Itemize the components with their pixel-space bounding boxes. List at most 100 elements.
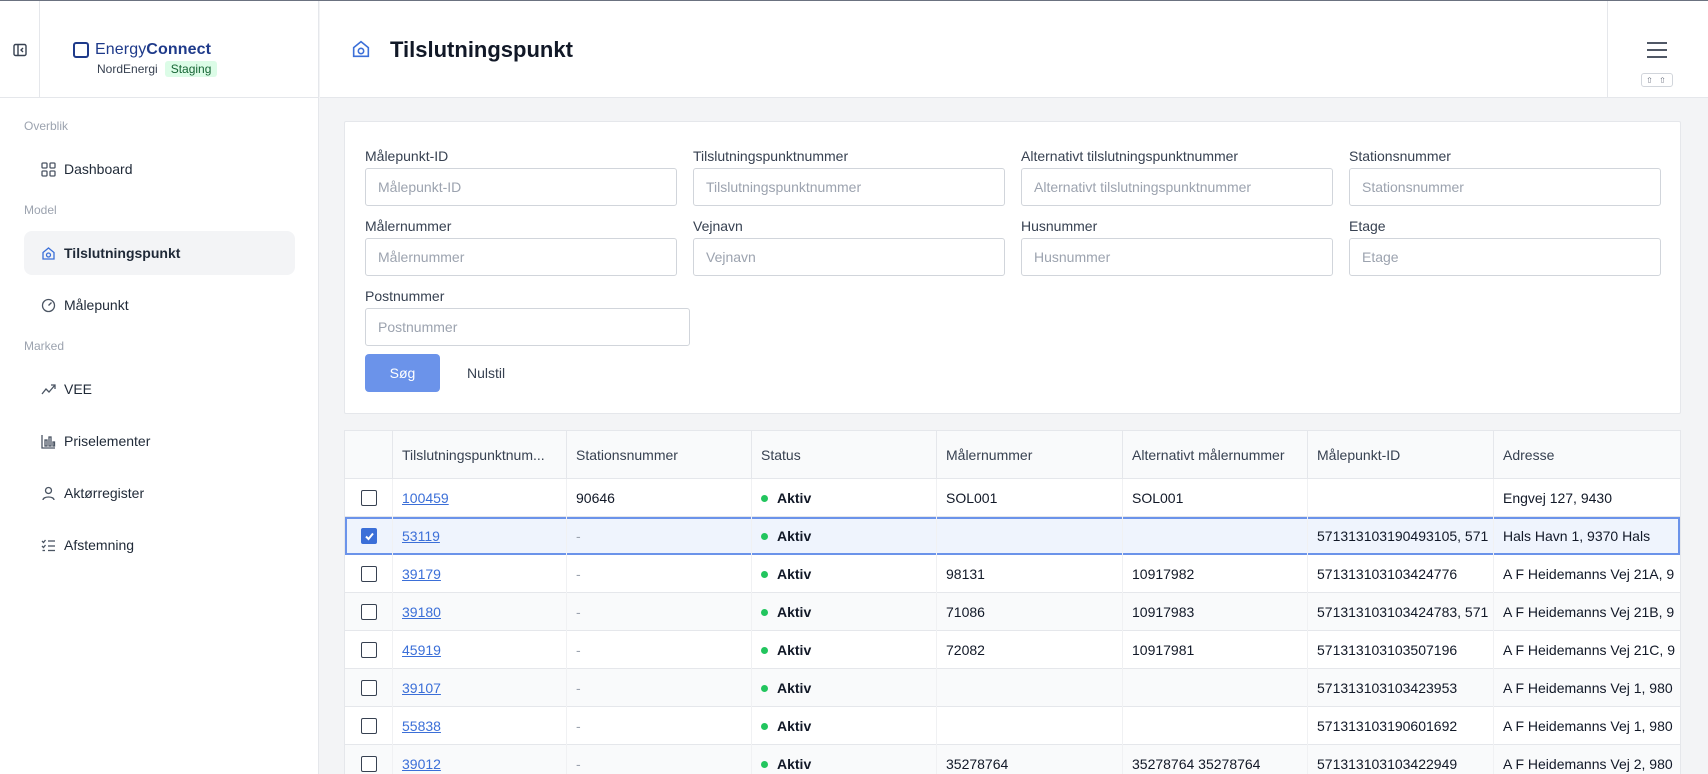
- cell-malernummer: 98131: [937, 555, 1123, 593]
- sidebar-header: EnergyConnect NordEnergi Staging: [0, 1, 318, 98]
- user-icon: [40, 485, 56, 501]
- cell-select: [345, 479, 393, 517]
- cell-adresse: A F Heidemanns Vej 21B, 9: [1494, 593, 1680, 631]
- cell-stationsnummer-text: -: [576, 718, 581, 734]
- cell-stationsnummer: -: [567, 745, 752, 774]
- sidebar-item-afstemning[interactable]: Afstemning: [24, 523, 295, 567]
- row-checkbox[interactable]: [361, 718, 377, 734]
- cell-malernummer: [937, 707, 1123, 745]
- cell-malernummer: [937, 517, 1123, 555]
- sidebar-item-label: Afstemning: [64, 537, 135, 553]
- alt-tilslutningspunktnummer-input[interactable]: [1021, 168, 1333, 206]
- cell-alt-malernummer-text: 10917981: [1132, 642, 1195, 658]
- menu-button[interactable]: [1646, 41, 1668, 62]
- stationsnummer-input[interactable]: [1349, 168, 1661, 206]
- cell-adresse: Engvej 127, 9430: [1494, 479, 1680, 517]
- row-checkbox[interactable]: [361, 680, 377, 696]
- husnummer-input[interactable]: [1021, 238, 1333, 276]
- column-header-malepunkt-id[interactable]: Målepunkt-ID: [1308, 431, 1494, 479]
- cell-adresse-text: Engvej 127, 9430: [1503, 490, 1612, 506]
- status-dot-icon: [761, 722, 768, 730]
- malepunkt-id-input[interactable]: [365, 168, 677, 206]
- tilslutningspunkt-link[interactable]: 39179: [402, 566, 441, 582]
- vejnavn-input[interactable]: [693, 238, 1005, 276]
- checklist-icon: [40, 537, 56, 553]
- sidebar-item-priselementer[interactable]: Priselementer: [24, 419, 295, 463]
- brand[interactable]: EnergyConnect NordEnergi Staging: [73, 41, 218, 77]
- column-header-malernummer[interactable]: Målernummer: [937, 431, 1123, 479]
- cell-adresse-text: A F Heidemanns Vej 1, 980: [1503, 718, 1673, 734]
- cell-alt-malernummer-text: 35278764 35278764: [1132, 756, 1261, 772]
- table-row[interactable]: 39179 - Aktiv 98131 10917982 5713131031034247…: [345, 555, 1680, 593]
- malernummer-input[interactable]: [365, 238, 677, 276]
- sidebar-item-malepunkt[interactable]: Målepunkt: [24, 283, 295, 327]
- keyboard-shortcut-hint: ⇧ ⇧: [1641, 73, 1673, 87]
- column-header-tilslutningspunktnummer[interactable]: Tilslutningspunktnum...: [393, 431, 567, 479]
- cell-adresse: A F Heidemanns Vej 1, 980: [1494, 707, 1680, 745]
- cell-stationsnummer-text: -: [576, 604, 581, 620]
- nav-section-model: Model: [24, 203, 57, 217]
- status-label: Aktiv: [777, 680, 812, 696]
- gauge-icon: [40, 297, 56, 313]
- cell-select: [345, 593, 393, 631]
- cell-malepunkt-id-text: 571313103103424776: [1317, 566, 1458, 582]
- table-row[interactable]: 100459 90646 Aktiv SOL001 SOL001 Engvej 127, …: [345, 479, 1680, 517]
- cell-alt-malernummer-text: SOL001: [1132, 490, 1184, 506]
- status-dot-icon: [761, 608, 768, 616]
- status-label: Aktiv: [777, 642, 812, 658]
- sidebar-item-aktorregister[interactable]: Aktørregister: [24, 471, 295, 515]
- table-row[interactable]: 53119 - Aktiv 571313103190493105, 571 Hals H…: [345, 517, 1680, 555]
- table-row[interactable]: 39107 - Aktiv 571313103103423953 A F Heidema…: [345, 669, 1680, 707]
- tilslutningspunkt-link[interactable]: 39180: [402, 604, 441, 620]
- tilslutningspunkt-link[interactable]: 45919: [402, 642, 441, 658]
- row-checkbox[interactable]: [361, 642, 377, 658]
- tilslutningspunkt-link[interactable]: 55838: [402, 718, 441, 734]
- column-header-adresse[interactable]: Adresse: [1494, 431, 1680, 479]
- cell-malepunkt-id: [1308, 479, 1494, 517]
- tilslutningspunktnummer-input[interactable]: [693, 168, 1005, 206]
- status-label: Aktiv: [777, 718, 812, 734]
- row-checkbox[interactable]: [361, 490, 377, 506]
- table-row[interactable]: 39012 - Aktiv 35278764 35278764 35278764 5713…: [345, 745, 1680, 774]
- tilslutningspunkt-link[interactable]: 39107: [402, 680, 441, 696]
- search-button[interactable]: Søg: [365, 354, 440, 392]
- tilslutningspunkt-link[interactable]: 39012: [402, 756, 441, 772]
- cell-select: [345, 555, 393, 593]
- sidebar-item-vee[interactable]: VEE: [24, 367, 295, 411]
- table-row[interactable]: 39180 - Aktiv 71086 10917983 5713131031034247…: [345, 593, 1680, 631]
- cell-stationsnummer-text: -: [576, 680, 581, 696]
- sidebar-toggle-icon: [12, 43, 27, 56]
- cell-malepunkt-id-text: 571313103103423953: [1317, 680, 1458, 696]
- sidebar-item-tilslutningspunkt[interactable]: Tilslutningspunkt: [24, 231, 295, 275]
- column-header-alt-malernummer[interactable]: Alternativt målernummer: [1123, 431, 1308, 479]
- reset-button[interactable]: Nulstil: [455, 354, 517, 392]
- cell-stationsnummer: -: [567, 555, 752, 593]
- table-row[interactable]: 55838 - Aktiv 571313103190601692 A F Heidema…: [345, 707, 1680, 745]
- cell-malernummer: [937, 669, 1123, 707]
- row-checkbox[interactable]: [361, 566, 377, 582]
- sidebar-item-label: VEE: [64, 381, 93, 397]
- cell-malernummer: 35278764: [937, 745, 1123, 774]
- filter-label-malepunkt-id: Målepunkt-ID: [365, 148, 449, 164]
- tilslutningspunkt-link[interactable]: 53119: [402, 528, 440, 544]
- sidebar-item-label: Priselementer: [64, 433, 151, 449]
- sidebar-item-dashboard[interactable]: Dashboard: [24, 147, 295, 191]
- postnummer-input[interactable]: [365, 308, 690, 346]
- cell-malernummer: SOL001: [937, 479, 1123, 517]
- table-row[interactable]: 45919 - Aktiv 72082 10917981 5713131031035071…: [345, 631, 1680, 669]
- column-header-status[interactable]: Status: [752, 431, 937, 479]
- row-checkbox[interactable]: [361, 604, 377, 620]
- tilslutningspunkt-link[interactable]: 100459: [402, 490, 449, 506]
- row-checkbox[interactable]: [361, 528, 377, 544]
- cell-alt-malernummer: SOL001: [1123, 479, 1308, 517]
- column-header-stationsnummer[interactable]: Stationsnummer: [567, 431, 752, 479]
- collapse-sidebar-button[interactable]: [0, 1, 40, 98]
- status-dot-icon: [761, 760, 768, 768]
- cell-malepunkt-id-text: 571313103103424783, 571: [1317, 604, 1489, 620]
- row-checkbox[interactable]: [361, 756, 377, 772]
- cell-alt-malernummer: [1123, 669, 1308, 707]
- etage-input[interactable]: [1349, 238, 1661, 276]
- cell-malepunkt-id: 571313103103423953: [1308, 669, 1494, 707]
- cell-malepunkt-id-text: 571313103103507196: [1317, 642, 1458, 658]
- sidebar-item-label: Dashboard: [64, 161, 133, 177]
